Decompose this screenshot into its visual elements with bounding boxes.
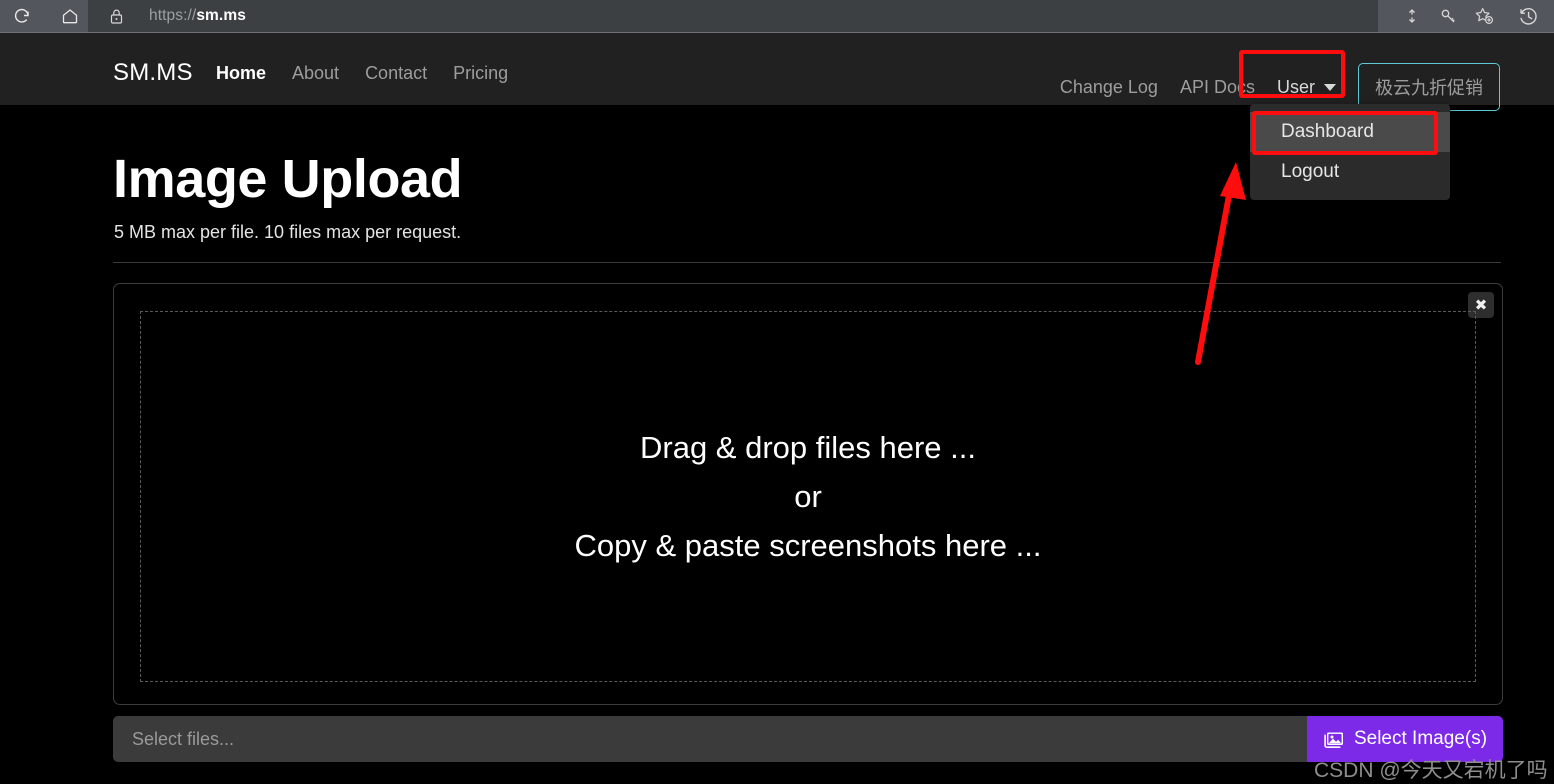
browser-toolbar-right <box>1394 0 1554 32</box>
chevron-down-icon <box>1324 83 1336 91</box>
dropdown-item-dashboard[interactable]: Dashboard <box>1250 112 1450 152</box>
nav-item-home[interactable]: Home <box>216 63 266 84</box>
nav-item-user[interactable]: User <box>1277 77 1336 98</box>
select-images-label: Select Image(s) <box>1353 728 1488 749</box>
add-favorite-icon[interactable] <box>1466 0 1502 32</box>
page-subtitle: 5 MB max per file. 10 files max per requ… <box>114 222 462 242</box>
key-icon[interactable] <box>1430 0 1466 32</box>
file-dropzone[interactable]: Drag & drop files here ... or Copy & pas… <box>140 311 1476 682</box>
upload-panel: ✖ Drag & drop files here ... or Copy & p… <box>113 283 1503 705</box>
home-icon[interactable] <box>52 0 88 32</box>
nav-item-change-log[interactable]: Change Log <box>1060 77 1158 98</box>
nav-item-about[interactable]: About <box>292 63 339 84</box>
history-icon[interactable] <box>1510 0 1546 32</box>
dropzone-line-1: Drag & drop files here ... <box>640 429 976 465</box>
nav-item-pricing[interactable]: Pricing <box>453 63 508 84</box>
address-bar[interactable]: https://sm.ms <box>88 0 1378 32</box>
image-icon <box>1323 730 1344 749</box>
lock-icon <box>108 7 125 26</box>
reload-icon[interactable] <box>4 0 40 32</box>
title-divider <box>113 262 1501 263</box>
nav-item-contact[interactable]: Contact <box>365 63 427 84</box>
dropzone-line-3: Copy & paste screenshots here ... <box>574 527 1042 563</box>
site-navbar: SM.MS Home About Contact Pricing Change … <box>0 33 1554 111</box>
user-menu-label: User <box>1276 76 1315 97</box>
user-dropdown-menu: Dashboard Logout <box>1250 104 1450 200</box>
nav-item-api-docs[interactable]: API Docs <box>1180 77 1255 98</box>
primary-nav: Home About Contact Pricing <box>216 63 508 84</box>
url-text: https://sm.ms <box>149 7 246 25</box>
brand-logo[interactable]: SM.MS <box>113 59 193 87</box>
page-title: Image Upload <box>113 149 463 209</box>
dropdown-item-logout[interactable]: Logout <box>1250 152 1450 192</box>
csdn-watermark: CSDN @今天又宕机了吗 <box>1314 759 1548 782</box>
url-scheme: https:// <box>149 7 197 24</box>
split-screen-icon[interactable] <box>1394 0 1430 32</box>
file-path-input[interactable] <box>113 716 1307 762</box>
url-domain: sm.ms <box>196 7 246 24</box>
dropzone-line-2: or <box>794 478 822 514</box>
